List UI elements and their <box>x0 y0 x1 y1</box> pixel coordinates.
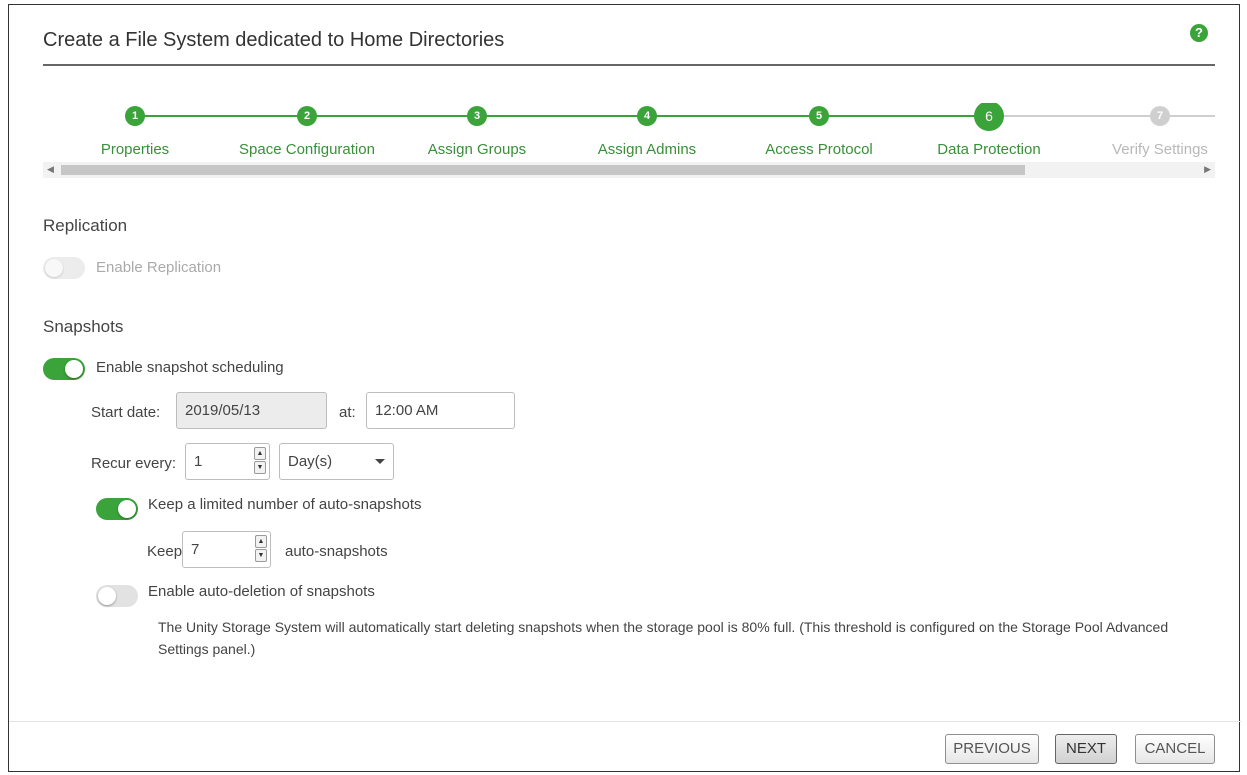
cancel-button[interactable]: CANCEL <box>1135 734 1215 764</box>
replication-section-title: Replication <box>43 216 128 235</box>
enable-snapshot-scheduling-label: Enable snapshot scheduling <box>96 359 284 376</box>
next-button[interactable]: NEXT <box>1055 734 1117 764</box>
previous-button[interactable]: PREVIOUS <box>945 734 1039 764</box>
step-2-marker[interactable]: 2 <box>297 106 317 126</box>
recur-unit-select[interactable]: Day(s) <box>279 443 394 480</box>
start-time-field[interactable]: 12:00 AM <box>366 392 515 429</box>
help-icon[interactable]: ? <box>1190 24 1208 42</box>
stepper-scrollbar[interactable]: ◀ ▶ <box>43 162 1215 178</box>
title-divider <box>43 64 1215 66</box>
step-6-marker[interactable]: 6 <box>974 103 1004 131</box>
scrollbar-thumb[interactable] <box>61 165 1025 175</box>
snapshots-section-title: Snapshots <box>43 317 124 336</box>
start-date-value: 2019/05/13 <box>185 402 261 419</box>
step-7-label: Verify Settings <box>1112 141 1208 158</box>
start-time-value: 12:00 AM <box>375 402 439 419</box>
stepper-track-remaining <box>988 115 1215 117</box>
keep-limited-snapshots-toggle[interactable] <box>96 498 138 520</box>
auto-deletion-toggle[interactable] <box>96 585 138 607</box>
wizard-dialog: Create a File System dedicated to Home D… <box>8 4 1241 772</box>
scroll-left-icon[interactable]: ◀ <box>47 164 54 175</box>
keep-label: Keep <box>147 543 183 560</box>
decrement-icon[interactable]: ▼ <box>254 461 266 474</box>
step-3-marker[interactable]: 3 <box>467 106 487 126</box>
at-label: at: <box>339 404 356 421</box>
auto-snapshots-suffix: auto-snapshots <box>285 543 388 560</box>
step-7-marker: 7 <box>1150 106 1170 126</box>
stepper-track-complete <box>135 115 988 117</box>
keep-count-stepper[interactable]: 7 ▲ ▼ <box>182 531 271 568</box>
enable-snapshot-scheduling-toggle[interactable] <box>43 358 85 380</box>
step-2-label[interactable]: Space Configuration <box>239 141 375 158</box>
decrement-icon[interactable]: ▼ <box>255 549 267 562</box>
step-1-marker[interactable]: 1 <box>125 106 145 126</box>
start-date-field: 2019/05/13 <box>176 392 327 429</box>
auto-deletion-note: The Unity Storage System will automatica… <box>158 619 1169 657</box>
enable-replication-label: Enable Replication <box>96 259 222 276</box>
scroll-right-icon[interactable]: ▶ <box>1204 164 1211 175</box>
recur-unit-value: Day(s) <box>288 453 333 470</box>
keep-limited-snapshots-label: Keep a limited number of auto-snapshots <box>148 496 422 513</box>
step-4-marker[interactable]: 4 <box>637 106 657 126</box>
recur-interval-stepper[interactable]: 1 ▲ ▼ <box>185 443 270 480</box>
step-6-label[interactable]: Data Protection <box>937 141 1040 158</box>
step-3-label[interactable]: Assign Groups <box>428 141 526 158</box>
step-4-label[interactable]: Assign Admins <box>598 141 696 158</box>
increment-icon[interactable]: ▲ <box>254 447 266 460</box>
increment-icon[interactable]: ▲ <box>255 535 267 548</box>
start-date-label: Start date: <box>91 404 161 421</box>
step-5-label[interactable]: Access Protocol <box>765 141 873 158</box>
keep-count-value: 7 <box>191 541 200 558</box>
step-5-marker[interactable]: 5 <box>809 106 829 126</box>
recur-every-label: Recur every: <box>91 455 177 472</box>
chevron-down-icon <box>375 459 385 464</box>
dialog-title: Create a File System dedicated to Home D… <box>43 29 505 51</box>
footer-divider <box>9 721 1241 722</box>
auto-deletion-label: Enable auto-deletion of snapshots <box>148 583 375 600</box>
enable-replication-toggle <box>43 257 85 279</box>
recur-interval-value: 1 <box>194 453 203 470</box>
step-1-label[interactable]: Properties <box>101 141 169 158</box>
